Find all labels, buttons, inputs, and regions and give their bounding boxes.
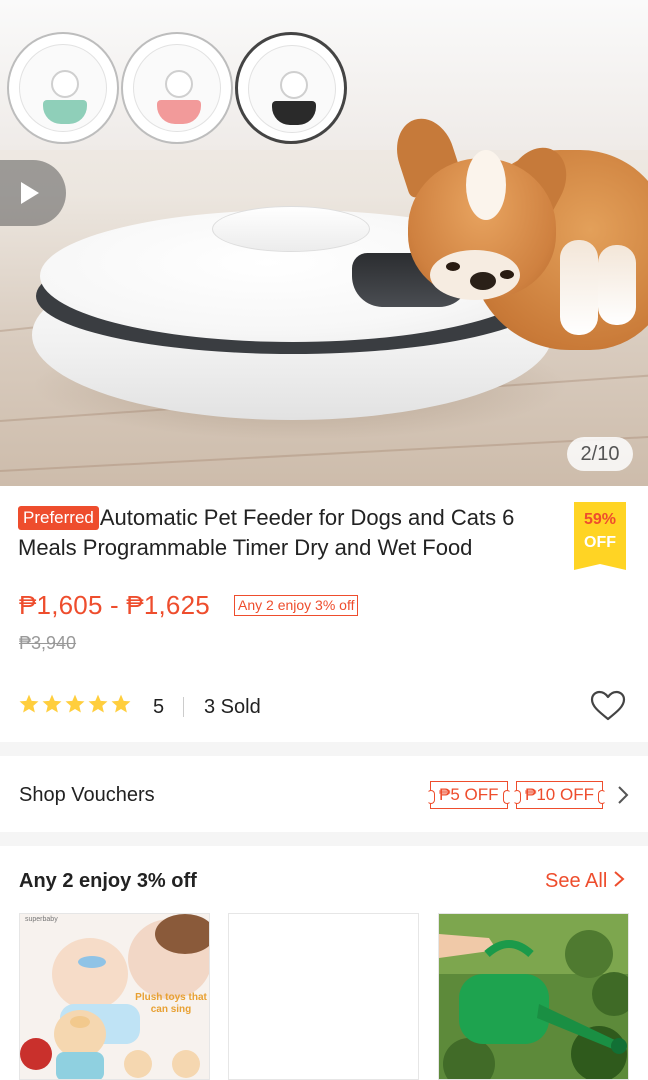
bundle-product-card-blank[interactable]	[228, 913, 419, 1080]
bundle-product-card-plush[interactable]: superbaby Plush toys that can sing	[19, 913, 210, 1080]
star-icon	[111, 694, 131, 713]
discount-off-label: OFF	[584, 534, 616, 551]
shop-vouchers-label[interactable]: Shop Vouchers	[19, 784, 155, 807]
star-icon	[19, 694, 39, 713]
divider	[183, 697, 184, 717]
image-counter: 2/10	[567, 437, 633, 471]
section-divider	[0, 832, 648, 846]
favorite-button[interactable]	[590, 690, 626, 727]
star-icon	[88, 694, 108, 713]
variant-thumb-black[interactable]	[235, 32, 347, 144]
original-price: ₱3,940	[19, 633, 77, 653]
puppy-leg	[598, 245, 636, 325]
rating-stars	[18, 693, 132, 715]
star-icon	[42, 694, 62, 713]
preferred-badge: Preferred	[18, 506, 99, 530]
watering-can-product-image	[439, 914, 628, 1079]
heart-icon	[590, 690, 626, 721]
price-range: ₱1,605 - ₱1,625	[19, 590, 210, 620]
star-icon	[65, 694, 85, 713]
card-caption: Plush toys that can sing	[135, 992, 207, 1015]
section-divider	[0, 742, 648, 756]
puppy-eye	[446, 262, 460, 271]
variant-feeder-knob	[280, 71, 308, 99]
puppy-eye	[500, 270, 514, 279]
feeder-lid	[212, 206, 370, 252]
bundle-product-card-watering-can[interactable]	[438, 913, 629, 1080]
play-icon	[21, 182, 39, 204]
play-video-button[interactable]	[0, 160, 66, 226]
puppy-leg	[560, 240, 598, 335]
vouchers-chevron-right-icon[interactable]	[616, 784, 630, 811]
rating-value: 5	[153, 696, 165, 718]
bundle-section-title: Any 2 enjoy 3% off	[19, 870, 197, 892]
card-corner-text: superbaby	[25, 916, 58, 923]
voucher-10-off[interactable]: ₱10 OFF	[513, 781, 606, 809]
discount-percent: 59%	[583, 511, 617, 528]
chevron-right-icon	[614, 871, 625, 887]
puppy-nose	[470, 272, 496, 290]
sold-count: 3 Sold	[204, 696, 261, 718]
variant-thumb-mint[interactable]	[7, 32, 119, 144]
see-all-link[interactable]: See All	[545, 870, 625, 893]
product-title-block: Preferred Automatic Pet Feeder for Dogs a…	[18, 503, 548, 563]
product-image-gallery[interactable]: 2/10	[0, 0, 648, 486]
bundle-promo-tag[interactable]: Any 2 enjoy 3% off	[234, 595, 359, 616]
variant-feeder-knob	[165, 70, 193, 98]
puppy-blaze	[466, 150, 506, 220]
variant-thumb-pink[interactable]	[121, 32, 233, 144]
discount-badge: 59% OFF	[574, 502, 626, 570]
voucher-5-off[interactable]: ₱5 OFF	[427, 781, 511, 809]
variant-feeder-knob	[51, 70, 79, 98]
see-all-label: See All	[545, 870, 608, 892]
